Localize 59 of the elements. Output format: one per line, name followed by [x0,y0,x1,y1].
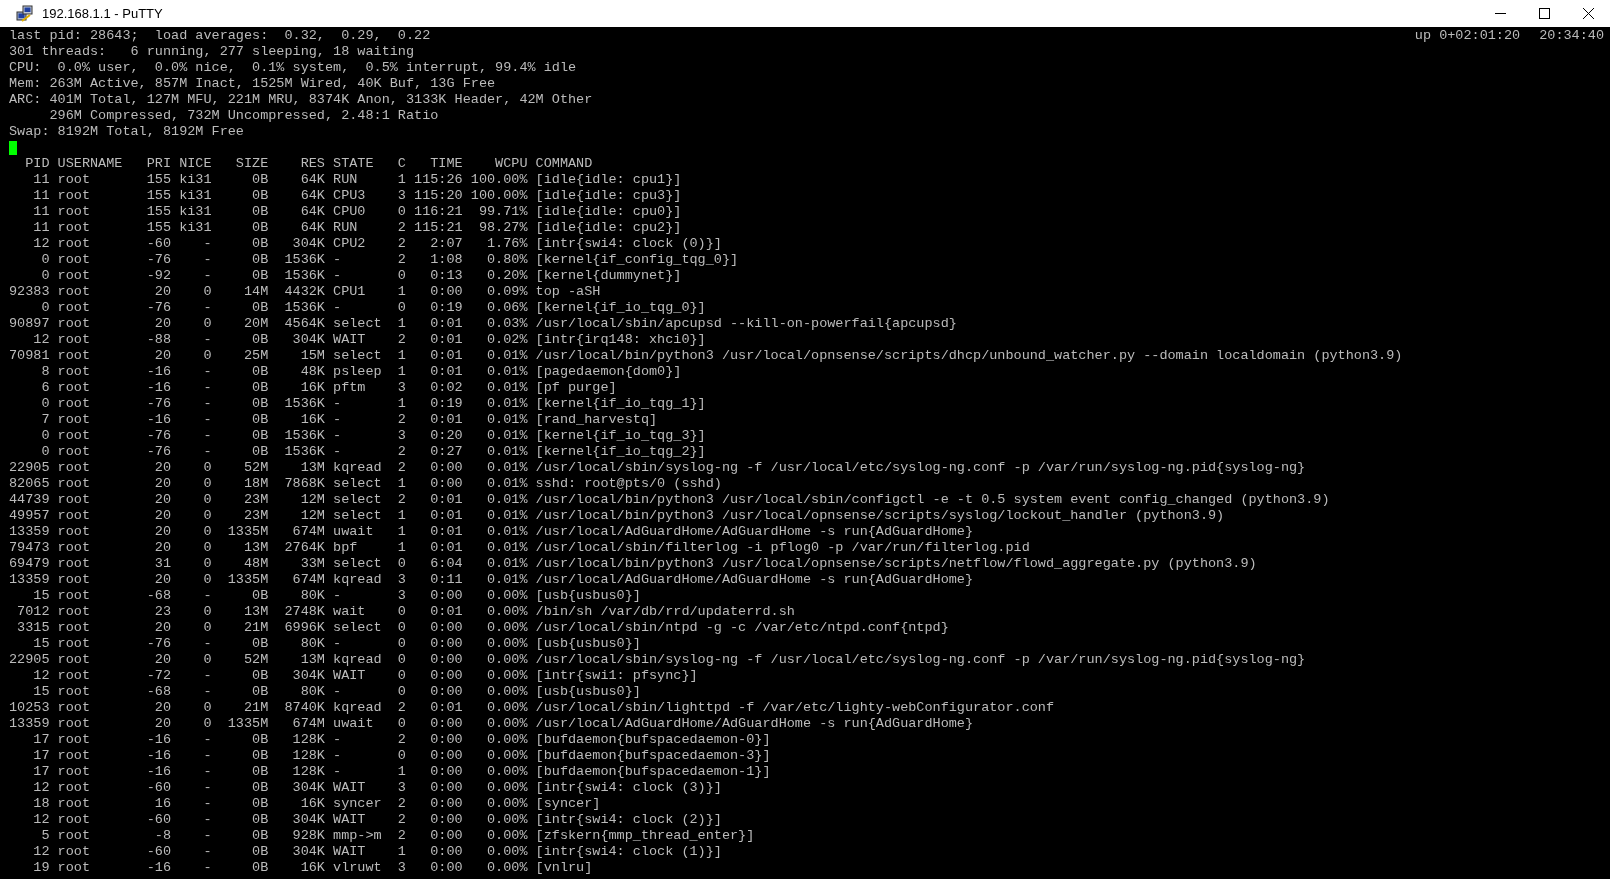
process-row: 13359 root 20 0 1335M 674M kqread 3 0:11 0.01% /usr/local/AdGuardHome/AdGuardHome -s run{AdGuardHome} [9,572,974,588]
window-title: 192.168.1.1 - PuTTY [42,4,163,23]
maximize-icon [1538,8,1550,19]
process-row: 90897 root 20 0 20M 4564K select 1 0:01 0.03% /usr/local/sbin/apcupsd --kill-on-powerfail{apcupsd} [9,316,957,332]
process-row-text: 19 root -16 - 0B 16K vlruwt 3 0:00 0.00% [vnlru] [32,860,593,876]
close-icon [1582,8,1594,19]
process-row-text: 12 root -60 - 0B 304K WAIT 2 0:00 0.00% [intr{swi4: clock (2)}] [32,812,722,828]
process-row-text: 0 root -76 - 0B 1536K - 1 0:19 0.01% [kernel{if_io_tqg_1}] [40,396,706,412]
process-row-text: 0 root -76 - 0B 1536K - 2 1:08 0.80% [kernel{if_config_tqg_0}] [40,252,739,268]
terminal-line: Mem: 263M Active, 857M Inact, 1525M Wired, 40K Buf, 13G Free [9,76,496,92]
process-row: 13359 root 20 0 1335M 674M uwait 0 0:00 0.00% /usr/local/AdGuardHome/AdGuardHome -s run{AdGuardHome} [9,716,974,732]
terminal-line: 301 threads: 6 running, 277 sleeping, 18 waiting [9,44,415,60]
process-row-text: 12 root -88 - 0B 304K WAIT 2 0:01 0.02% [intr{irq148: xhci0}] [32,332,706,348]
process-row-text: 7 root -16 - 0B 16K - 2 0:01 0.01% [rand_harvestq] [40,412,658,428]
process-row: 70981 root 20 0 25M 15M select 1 0:01 0.01% /usr/local/bin/python3 /usr/local/opnsense/scripts/dhcp/unbound_watcher.py --domain localdomain (python3.9) [9,348,1403,364]
process-row-text: 0 root -76 - 0B 1536K - 0 0:19 0.06% [kernel{if_io_tqg_0}] [40,300,706,316]
process-row-text: 0 root -92 - 0B 1536K - 0 0:13 0.20% [kernel{dummynet}] [40,268,682,284]
process-row-text: 0 root -76 - 0B 1536K - 2 0:27 0.01% [kernel{if_io_tqg_2}] [40,444,706,460]
process-row: 82065 root 20 0 18M 7868K select 1 0:00 0.01% sshd: root@pts/0 (sshd) [9,476,722,492]
process-row-text: 8 root -16 - 0B 48K psleep 1 0:01 0.01% [pagedaemon{dom0}] [40,364,682,380]
process-row-text: 17 root -16 - 0B 128K - 1 0:00 0.00% [bufdaemon{bufspacedaemon-1}] [32,764,771,780]
process-row-text: 11 root 155 ki31 0B 64K RUN 2 115:21 98.27% [idle{idle: cpu2}] [32,220,682,236]
process-row: 79473 root 20 0 13M 2764K bpf 1 0:01 0.01% /usr/local/sbin/filterlog -i pflog0 -p /var/run/filterlog.pid [9,540,1030,556]
process-row: 69479 root 31 0 48M 33M select 0 6:04 0.01% /usr/local/bin/python3 /usr/local/opnsense/scripts/netflow/flowd_aggregate.py (python3.9) [9,556,1257,572]
clock-text: 20:34:40 [1539,28,1604,44]
process-row: 10253 root 20 0 21M 8740K kqread 2 0:01 0.00% /usr/local/sbin/lighttpd -f /var/etc/lighty-webConfigurator.conf [9,700,1055,716]
process-row-text: 7012 root 23 0 13M 2748K wait 0 0:01 0.00% /bin/sh /var/db/rrd/updaterrd.sh [16,604,795,620]
process-row: 44739 root 20 0 23M 12M select 2 0:01 0.01% /usr/local/bin/python3 /usr/local/sbin/configctl -e -t 0.5 system event config_changed (python3.9) [9,492,1330,508]
uptime-text: up 0+02:01:20 [1414,28,1521,44]
process-row: 13359 root 20 0 1335M 674M uwait 1 0:01 0.01% /usr/local/AdGuardHome/AdGuardHome -s run{AdGuardHome} [9,524,974,540]
process-row-text: 11 root 155 ki31 0B 64K CPU3 3 115:20 100.00% [idle{idle: cpu3}] [32,188,682,204]
process-row-text: 5 root -8 - 0B 928K mmp->m 2 0:00 0.00% [zfskern{mmp_thread_enter}] [40,828,755,844]
terminal-line: last pid: 28643; load averages: 0.32, 0.29, 0.22 [9,28,431,44]
process-row-text: 12 root -72 - 0B 304K WAIT 0 0:00 0.00% [intr{swi1: pfsync}] [32,668,698,684]
process-row-text: 18 root 16 - 0B 16K syncer 2 0:00 0.00% [syncer] [32,796,601,812]
process-row-text: 3315 root 20 0 21M 6996K select 0 0:00 0.00% /usr/local/sbin/ntpd -g -c /var/etc/ntpd.conf{ntpd} [16,620,949,636]
process-row: 49957 root 20 0 23M 12M select 1 0:01 0.01% /usr/local/bin/python3 /usr/local/opnsense/scripts/syslog/lockout_handler (python3.9) [9,508,1225,524]
text-cursor [9,141,17,155]
terminal-line: ARC: 401M Total, 127M MFU, 221M MRU, 8374K Anon, 3133K Header, 42M Other [9,92,593,108]
process-row-text: 15 root -76 - 0B 80K - 0 0:00 0.00% [usb{usbus0}] [32,636,641,652]
process-row: 22905 root 20 0 52M 13M kqread 2 0:00 0.01% /usr/local/sbin/syslog-ng -f /usr/local/etc/syslog-ng.conf -p /var/run/syslog-ng.pid{syslog-ng} [9,460,1306,476]
process-row-text: 17 root -16 - 0B 128K - 2 0:00 0.00% [bufdaemon{bufspacedaemon-0}] [32,732,771,748]
process-row-text: 15 root -68 - 0B 80K - 3 0:00 0.00% [usb{usbus0}] [32,588,641,604]
process-row-text: 0 root -76 - 0B 1536K - 3 0:20 0.01% [kernel{if_io_tqg_3}] [40,428,706,444]
process-row-text: 12 root -60 - 0B 304K WAIT 1 0:00 0.00% [intr{swi4: clock (1)}] [32,844,722,860]
table-header: PID USERNAME PRI NICE SIZE RES STATE C TIME WCPU COMMAND [24,156,593,172]
process-row-text: 6 root -16 - 0B 16K pftm 3 0:02 0.01% [pf purge] [40,380,617,396]
process-row: 22905 root 20 0 52M 13M kqread 0 0:00 0.00% /usr/local/sbin/syslog-ng -f /usr/local/etc/syslog-ng.conf -p /var/run/syslog-ng.pid{syslog-ng} [9,652,1306,668]
terminal-line: 296M Compressed, 732M Uncompressed, 2.48:1 Ratio [48,108,439,124]
process-row-text: 17 root -16 - 0B 128K - 0 0:00 0.00% [bufdaemon{bufspacedaemon-3}] [32,748,771,764]
process-row-text: 12 root -60 - 0B 304K CPU2 2 2:07 1.76% [intr{swi4: clock (0)}] [32,236,722,252]
terminal-computers-icon [16,4,34,23]
process-row-text: 11 root 155 ki31 0B 64K CPU0 0 116:21 99.71% [idle{idle: cpu0}] [32,204,682,220]
process-row: 92383 root 20 0 14M 4432K CPU1 1 0:00 0.09% top -aSH [9,284,601,300]
process-row-text: 15 root -68 - 0B 80K - 0 0:00 0.00% [usb{usbus0}] [32,684,641,700]
terminal-line: CPU: 0.0% user, 0.0% nice, 0.1% system, 0.5% interrupt, 99.4% idle [9,60,577,76]
process-row-text: 12 root -60 - 0B 304K WAIT 3 0:00 0.00% [intr{swi4: clock (3)}] [32,780,722,796]
process-row-text: 11 root 155 ki31 0B 64K RUN 1 115:26 100.00% [idle{idle: cpu1}] [32,172,682,188]
terminal-line: Swap: 8192M Total, 8192M Free [9,124,244,140]
